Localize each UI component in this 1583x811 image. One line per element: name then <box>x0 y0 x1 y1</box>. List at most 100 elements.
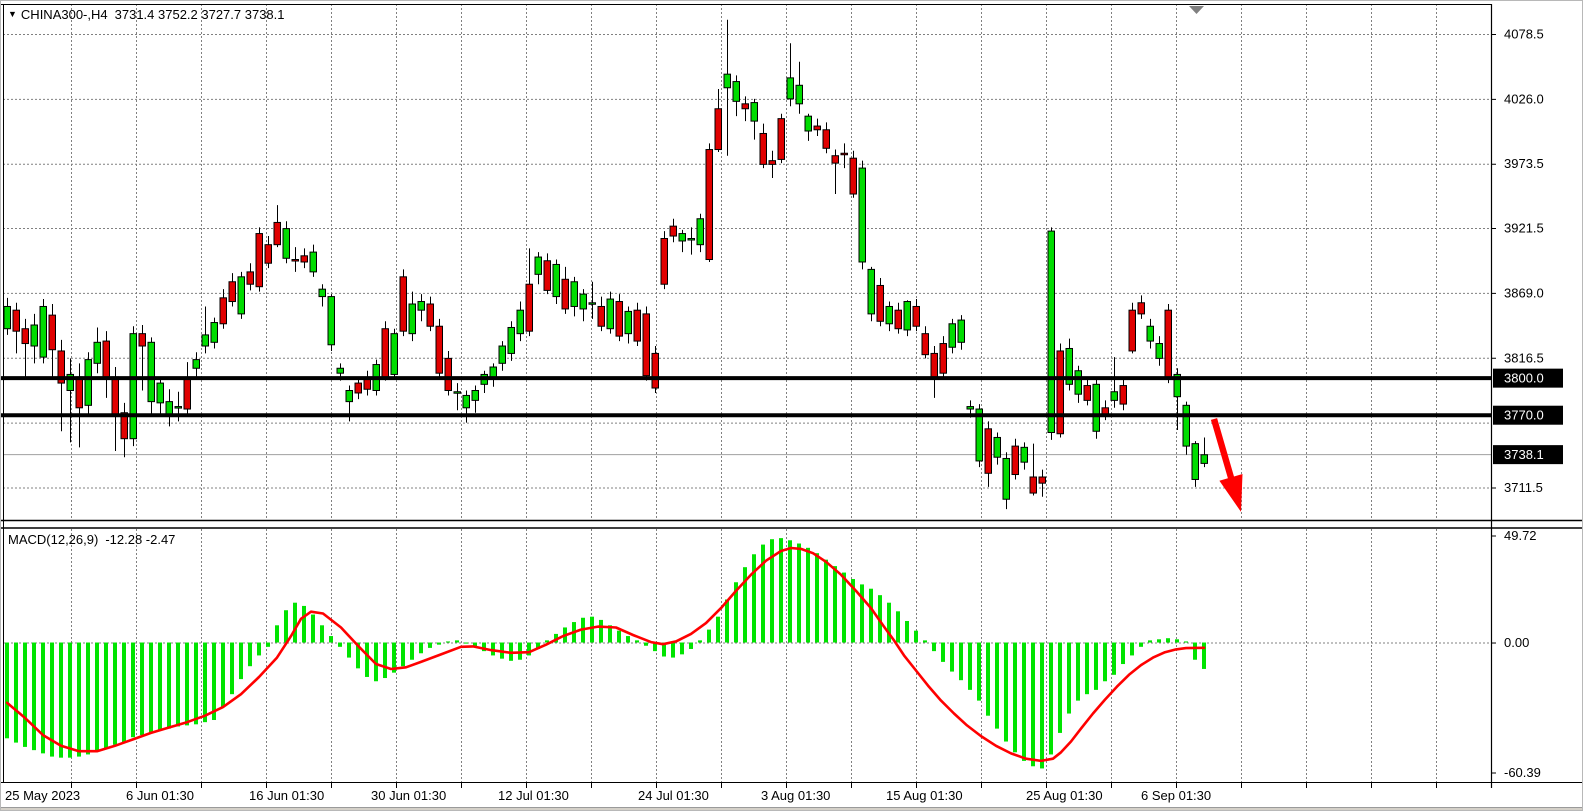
macd-bar <box>104 643 108 748</box>
time-axis-label: 3 Aug 01:30 <box>761 788 830 803</box>
macd-bar <box>986 643 990 716</box>
candle-body <box>13 310 20 331</box>
macd-bar <box>383 643 387 679</box>
macd-bar <box>293 603 297 643</box>
candle-body <box>886 306 893 323</box>
macd-bar <box>617 631 621 643</box>
macd-bar <box>419 643 423 654</box>
candle-body <box>661 239 668 285</box>
candle-body <box>1165 310 1172 378</box>
candle-body <box>526 284 533 331</box>
candle-body <box>787 78 794 99</box>
candle-body <box>346 390 353 401</box>
price-axis-label: 3869.0 <box>1504 285 1544 300</box>
macd-axis-label: -60.39 <box>1504 765 1541 780</box>
macd-bar <box>140 643 144 736</box>
macd-bar <box>518 643 522 660</box>
macd-bar <box>1130 643 1134 656</box>
macd-bar <box>149 643 153 733</box>
candle-body <box>418 302 425 311</box>
candle-body <box>544 261 551 291</box>
candle-body <box>355 383 362 393</box>
macd-bar <box>248 643 252 667</box>
candle-body <box>1192 444 1199 480</box>
macd-bar <box>707 630 711 643</box>
candle-body <box>1183 405 1190 446</box>
macd-bar <box>1166 638 1170 642</box>
macd-bar <box>950 643 954 672</box>
macd-bar <box>1103 643 1107 682</box>
macd-bar <box>275 625 279 642</box>
candle-body <box>40 306 47 357</box>
macd-bar <box>995 643 999 729</box>
candle-body <box>1075 371 1082 394</box>
macd-bar <box>590 617 594 643</box>
price-axis-label: 4026.0 <box>1504 91 1544 106</box>
candle-body <box>643 314 650 376</box>
macd-bar <box>1202 643 1206 669</box>
macd-bar <box>59 643 63 758</box>
candle-body <box>1147 326 1154 341</box>
chart-window: 4078.54026.03973.53921.53869.03816.53711… <box>0 0 1583 811</box>
macd-bar <box>1022 643 1026 761</box>
price-tag-label: 3770.0 <box>1504 408 1544 423</box>
macd-bar <box>176 643 180 727</box>
time-axis-label: 15 Aug 01:30 <box>886 788 963 803</box>
symbol-dropdown-icon[interactable]: ▼ <box>8 9 17 19</box>
macd-bar <box>1004 643 1008 742</box>
candle-body <box>436 326 443 373</box>
candle-body <box>139 334 146 346</box>
price-axis-label: 3973.5 <box>1504 156 1544 171</box>
macd-bar <box>239 643 243 680</box>
candle-body <box>589 303 596 305</box>
macd-bar <box>68 643 72 758</box>
price-axis-label: 3816.5 <box>1504 350 1544 365</box>
macd-bar <box>77 643 81 757</box>
candle-body <box>310 252 317 272</box>
macd-bar <box>824 560 828 643</box>
macd-bar <box>752 554 756 642</box>
candlestick-chart[interactable]: 4078.54026.03973.53921.53869.03816.53711… <box>1 1 1583 811</box>
candle-body <box>967 407 974 409</box>
macd-bar <box>698 640 702 642</box>
macd-bar <box>1112 643 1116 675</box>
candle-body <box>1084 386 1091 401</box>
price-tag-label: 3738.1 <box>1504 447 1544 462</box>
candle-body <box>562 279 569 309</box>
macd-bar <box>797 544 801 643</box>
macd-bar <box>860 584 864 642</box>
candle-body <box>157 383 164 403</box>
candle-body <box>913 306 920 326</box>
macd-bar <box>635 640 639 642</box>
macd-bar <box>941 643 945 662</box>
macd-axis-label: 49.72 <box>1504 528 1537 543</box>
macd-axis-label: 0.00 <box>1504 635 1529 650</box>
macd-bar <box>5 643 9 739</box>
candle-body <box>805 116 812 131</box>
candle-body <box>94 342 101 363</box>
macd-bar <box>644 643 648 646</box>
macd-bar <box>428 643 432 648</box>
candle-body <box>202 335 209 346</box>
candle-body <box>391 334 398 375</box>
candle-body <box>1156 344 1163 359</box>
candle-body <box>4 306 11 328</box>
candle-body <box>958 320 965 342</box>
candle-body <box>616 302 623 337</box>
price-axis-label: 3921.5 <box>1504 221 1544 236</box>
macd-bar <box>671 643 675 658</box>
candle-body <box>859 168 866 262</box>
candle-body <box>454 392 461 394</box>
macd-bar <box>761 545 765 643</box>
candle-body <box>580 294 587 309</box>
macd-bar <box>599 620 603 643</box>
candle-body <box>535 257 542 274</box>
time-axis-label: 6 Jun 01:30 <box>126 788 194 803</box>
candle-body <box>652 353 659 388</box>
macd-bar <box>1184 641 1188 642</box>
candle-body <box>76 377 83 408</box>
candle-body <box>1093 384 1100 431</box>
macd-bar <box>23 643 27 747</box>
macd-bar <box>716 617 720 643</box>
macd-bar <box>266 643 270 647</box>
